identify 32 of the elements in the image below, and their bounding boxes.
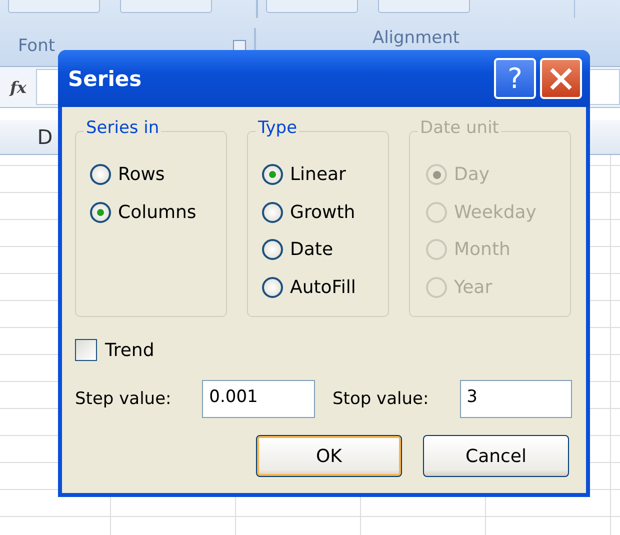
radio-button[interactable] — [90, 202, 111, 223]
radio-label: Weekday — [454, 202, 536, 223]
field-label: Step value: — [75, 389, 172, 409]
radio-button[interactable] — [262, 164, 283, 186]
help-button[interactable]: ? — [494, 58, 536, 99]
checkbox[interactable] — [75, 339, 97, 361]
group-title: Type — [256, 118, 300, 138]
radio-label: Day — [454, 164, 490, 186]
radio-button[interactable] — [262, 202, 283, 223]
function-button[interactable]: fx — [0, 78, 36, 96]
radio-button[interactable] — [262, 239, 283, 260]
field-label: Stop value: — [332, 389, 430, 409]
input-field[interactable]: 3 — [460, 380, 572, 418]
radio-button[interactable] — [90, 164, 111, 186]
radio-label[interactable]: Columns — [118, 202, 196, 223]
input-field[interactable]: 0.001 — [202, 380, 314, 418]
radio-label[interactable]: Date — [290, 239, 334, 260]
radio-label[interactable]: AutoFill — [290, 276, 356, 298]
group-label: Alignment — [372, 28, 460, 48]
close-button[interactable] — [540, 58, 582, 99]
group-label: Font — [18, 36, 56, 56]
radio-label[interactable]: Linear — [290, 164, 346, 186]
radio-label[interactable]: Rows — [118, 164, 165, 186]
dialog-title: Series — [68, 66, 143, 90]
radio-label[interactable]: Growth — [290, 202, 356, 223]
close-icon — [549, 66, 573, 90]
radio-button[interactable] — [262, 276, 283, 298]
ok-button[interactable]: OK — [256, 435, 402, 477]
cancel-button[interactable]: Cancel — [423, 435, 569, 477]
radio-label: Year — [454, 276, 492, 298]
checkbox-label[interactable]: Trend — [105, 340, 154, 360]
radio-label: Month — [454, 239, 510, 260]
